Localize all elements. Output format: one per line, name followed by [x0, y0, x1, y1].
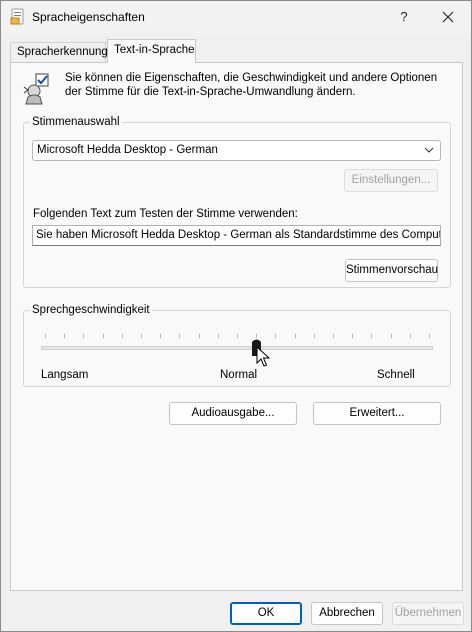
voice-preview-button[interactable]: Stimmenvorschau [345, 259, 438, 282]
speech-rate-tick [237, 334, 238, 338]
mouse-pointer [256, 346, 270, 367]
speech-rate-tick [275, 334, 277, 338]
speech-rate-tick [429, 334, 430, 338]
speech-rate-tick [121, 334, 123, 338]
speech-rate-slider[interactable] [41, 346, 433, 350]
title-bar: Spracheigenschaften ? [1, 1, 471, 33]
speech-rate-tick [141, 334, 142, 338]
speech-rate-tick [64, 334, 66, 338]
voice-settings-button[interactable]: Einstellungen... [344, 169, 438, 192]
intro-text: Sie können die Eigenschaften, die Geschw… [65, 72, 438, 98]
speech-rate-fast-label: Schnell [377, 369, 415, 381]
tab-text-to-speech[interactable]: Text-in-Sprache [107, 39, 196, 63]
speech-rate-tick [409, 334, 411, 338]
voice-selection-label: Stimmenauswahl [30, 116, 122, 129]
tab-speech-recognition[interactable]: Spracherkennung [10, 42, 108, 62]
speech-rate-slow-label: Langsam [41, 369, 89, 381]
cancel-button[interactable]: Abbrechen [311, 602, 383, 625]
close-button[interactable] [425, 1, 471, 33]
chevron-down-icon [424, 147, 434, 153]
test-text-input[interactable]: Sie haben Microsoft Hedda Desktop - Germ… [32, 225, 441, 246]
speech-rate-tick [352, 334, 354, 338]
window-title: Spracheigenschaften [32, 10, 145, 24]
close-icon [442, 11, 454, 23]
audio-output-button[interactable]: Audioausgabe... [169, 402, 297, 425]
speech-rate-tick [313, 334, 315, 338]
text-to-speech-agent-icon [23, 73, 49, 105]
speech-rate-tick [198, 334, 200, 338]
speech-rate-normal-label: Normal [220, 369, 258, 381]
speech-rate-tick [217, 334, 219, 338]
speech-rate-tick [179, 334, 181, 338]
voice-select[interactable]: Microsoft Hedda Desktop - German [32, 140, 441, 161]
speech-rate-label: Sprechgeschwindigkeit [30, 304, 152, 317]
speech-rate-tick [102, 334, 104, 338]
test-text-label: Folgenden Text zum Testen der Stimme ver… [33, 208, 298, 220]
speech-rate-tick [333, 334, 334, 338]
help-button[interactable]: ? [387, 1, 421, 33]
apply-button[interactable]: Übernehmen [392, 602, 464, 625]
speech-rate-tick [294, 334, 296, 338]
speech-rate-tick [160, 334, 162, 338]
test-text-value: Sie haben Microsoft Hedda Desktop - Germ… [36, 229, 441, 241]
speech-properties-icon [10, 8, 24, 25]
selected-voice: Microsoft Hedda Desktop - German [37, 144, 218, 156]
speech-rate-tick [45, 334, 46, 338]
advanced-button[interactable]: Erweitert... [313, 402, 441, 425]
speech-properties-dialog: Spracheigenschaften ? Spracherkennung Te… [0, 0, 472, 632]
ok-button[interactable]: OK [230, 602, 302, 625]
speech-rate-tick [390, 334, 392, 338]
speech-rate-tick [371, 334, 373, 338]
speech-rate-tick [83, 334, 85, 338]
